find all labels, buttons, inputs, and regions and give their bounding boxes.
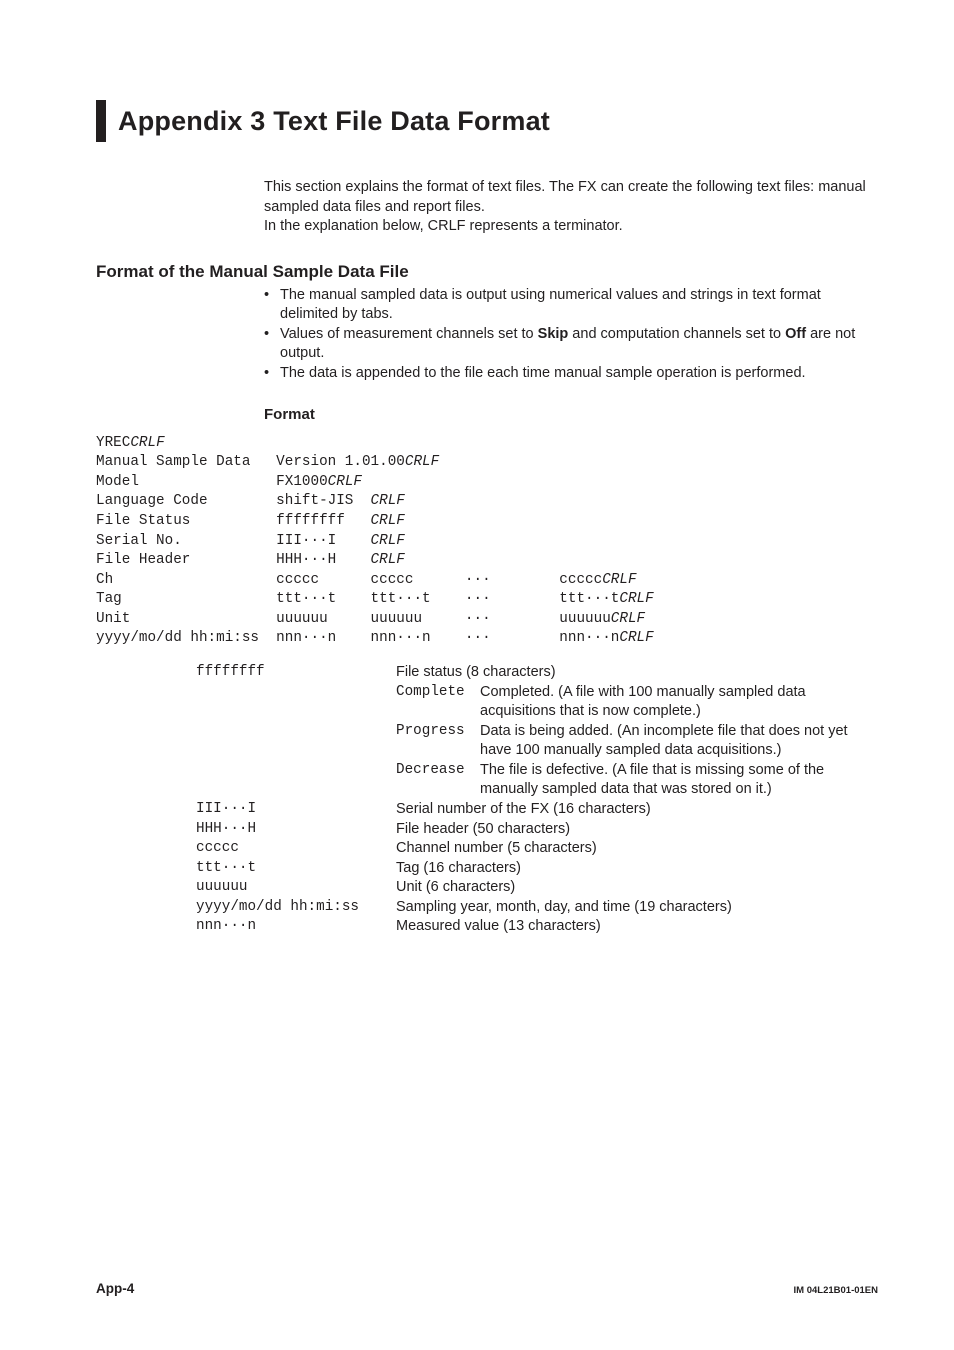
page-content: Appendix 3 Text File Data Format This se… [0, 0, 954, 997]
heading-1-wrap: Appendix 3 Text File Data Format [96, 100, 878, 142]
bold-span: Skip [538, 326, 569, 342]
sub-val: Data is being added. (An incomplete file… [480, 722, 878, 761]
definitions-block: ffffffff File status (8 characters) Comp… [196, 663, 878, 937]
sub-row-progress: Progress Data is being added. (An incomp… [396, 722, 878, 761]
section-heading: Format of the Manual Sample Data File [96, 261, 878, 284]
bullet-dot-icon: • [264, 325, 280, 364]
def-row-serial: III···I Serial number of the FX (16 char… [196, 800, 878, 820]
def-val: File status (8 characters) Complete Comp… [396, 663, 878, 800]
sub-row-decrease: Decrease The file is defective. (A file … [396, 761, 878, 800]
def-key: ffffffff [196, 663, 396, 682]
sub-val: The file is defective. (A file that is m… [480, 761, 878, 800]
bullet-item: • The data is appended to the file each … [264, 364, 878, 384]
bullet-item: • Values of measurement channels set to … [264, 325, 878, 364]
page-footer: App-4 IM 04L21B01-01EN [96, 1280, 878, 1298]
sub-key: Complete [396, 683, 480, 702]
def-val: Measured value (13 characters) [396, 917, 878, 937]
sub-row-complete: Complete Completed. (A file with 100 man… [396, 683, 878, 722]
format-block: YRECCRLF Manual Sample Data Version 1.01… [96, 434, 878, 649]
def-key: HHH···H [196, 820, 396, 839]
def-key: ttt···t [196, 859, 396, 878]
def-row-tag: ttt···t Tag (16 characters) [196, 859, 878, 879]
sub-key: Progress [396, 722, 480, 741]
def-val: Sampling year, month, day, and time (19 … [396, 898, 878, 918]
def-key: uuuuuu [196, 878, 396, 897]
def-desc: File status (8 characters) [396, 663, 878, 683]
bullet-text: The data is appended to the file each ti… [280, 364, 878, 384]
bullet-dot-icon: • [264, 364, 280, 384]
page-title: Appendix 3 Text File Data Format [118, 103, 550, 139]
bullet-text: The manual sampled data is output using … [280, 286, 878, 325]
def-key: nnn···n [196, 917, 396, 936]
def-row-filestatus: ffffffff File status (8 characters) Comp… [196, 663, 878, 800]
def-row-value: nnn···n Measured value (13 characters) [196, 917, 878, 937]
bullet-list: • The manual sampled data is output usin… [264, 286, 878, 384]
document-id: IM 04L21B01-01EN [794, 1285, 878, 1298]
def-row-header: HHH···H File header (50 characters) [196, 820, 878, 840]
def-val: Tag (16 characters) [396, 859, 878, 879]
def-val: Unit (6 characters) [396, 878, 878, 898]
intro-block: This section explains the format of text… [264, 178, 878, 237]
def-key: ccccc [196, 839, 396, 858]
def-val: Channel number (5 characters) [396, 839, 878, 859]
def-row-channel: ccccc Channel number (5 characters) [196, 839, 878, 859]
bullet-item: • The manual sampled data is output usin… [264, 286, 878, 325]
bullet-text: Values of measurement channels set to Sk… [280, 325, 878, 364]
page-number: App-4 [96, 1280, 134, 1298]
def-row-unit: uuuuuu Unit (6 characters) [196, 878, 878, 898]
def-val: Serial number of the FX (16 characters) [396, 800, 878, 820]
intro-p1: This section explains the format of text… [264, 178, 878, 217]
text-span: and computation channels set to [568, 326, 785, 342]
def-val: File header (50 characters) [396, 820, 878, 840]
sub-val: Completed. (A file with 100 manually sam… [480, 683, 878, 722]
bullet-dot-icon: • [264, 286, 280, 325]
sub-key: Decrease [396, 761, 480, 780]
def-key: III···I [196, 800, 396, 819]
intro-p2: In the explanation below, CRLF represent… [264, 217, 878, 237]
format-heading: Format [264, 405, 878, 425]
def-key: yyyy/mo/dd hh:mi:ss [196, 898, 396, 917]
text-span: Values of measurement channels set to [280, 326, 538, 342]
heading-bar [96, 100, 106, 142]
bold-span: Off [785, 326, 806, 342]
def-row-timestamp: yyyy/mo/dd hh:mi:ss Sampling year, month… [196, 898, 878, 918]
